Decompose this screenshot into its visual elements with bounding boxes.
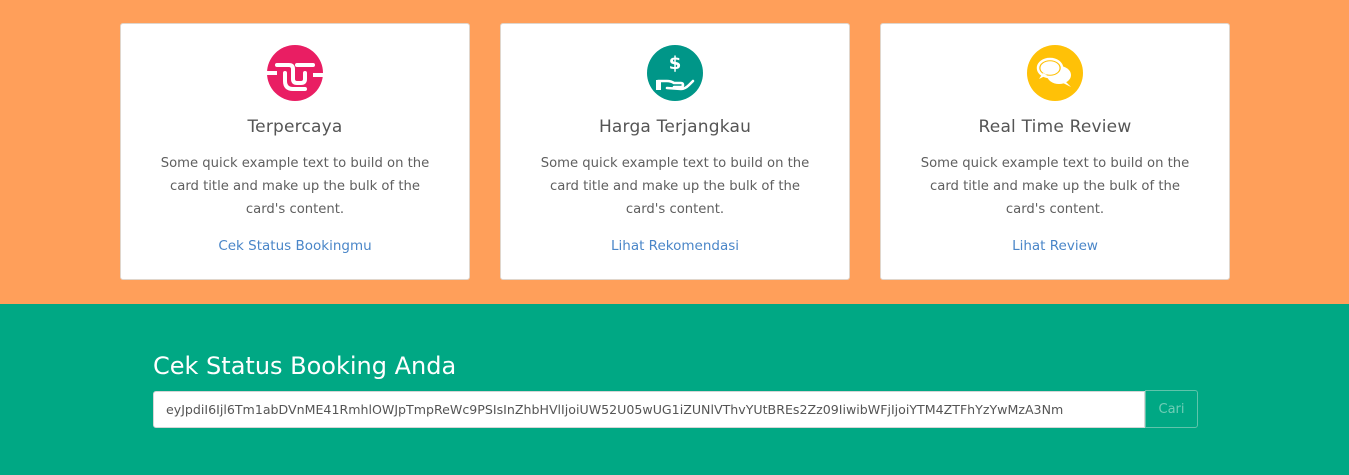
booking-status-section: Cek Status Booking Anda Cari	[0, 304, 1349, 475]
card-title: Harga Terjangkau	[598, 117, 752, 137]
handshake-icon	[267, 45, 323, 101]
card-text: Some quick example text to build on the …	[920, 156, 1190, 217]
card-text: Some quick example text to build on the …	[160, 156, 430, 217]
card-title: Real Time Review	[978, 117, 1132, 137]
card-text: Some quick example text to build on the …	[540, 156, 810, 217]
svg-text:$: $	[669, 53, 682, 74]
feature-card-terpercaya: Terpercaya Some quick example text to bu…	[120, 23, 470, 280]
feature-card-real-time-review: Real Time Review Some quick example text…	[880, 23, 1230, 280]
cari-button[interactable]: Cari	[1145, 390, 1198, 428]
section-title: Cek Status Booking Anda	[153, 352, 457, 380]
hand-dollar-icon: $	[647, 45, 703, 101]
cek-status-bookingmu-link[interactable]: Cek Status Bookingmu	[121, 238, 469, 254]
features-section: Terpercaya Some quick example text to bu…	[0, 0, 1349, 304]
booking-code-input[interactable]	[153, 391, 1145, 428]
card-title: Terpercaya	[247, 117, 343, 137]
lihat-rekomendasi-link[interactable]: Lihat Rekomendasi	[501, 238, 849, 254]
feature-card-harga-terjangkau: $ Harga Terjangkau Some quick example te…	[500, 23, 850, 280]
lihat-review-link[interactable]: Lihat Review	[881, 238, 1229, 254]
chat-bubbles-icon	[1027, 45, 1083, 101]
